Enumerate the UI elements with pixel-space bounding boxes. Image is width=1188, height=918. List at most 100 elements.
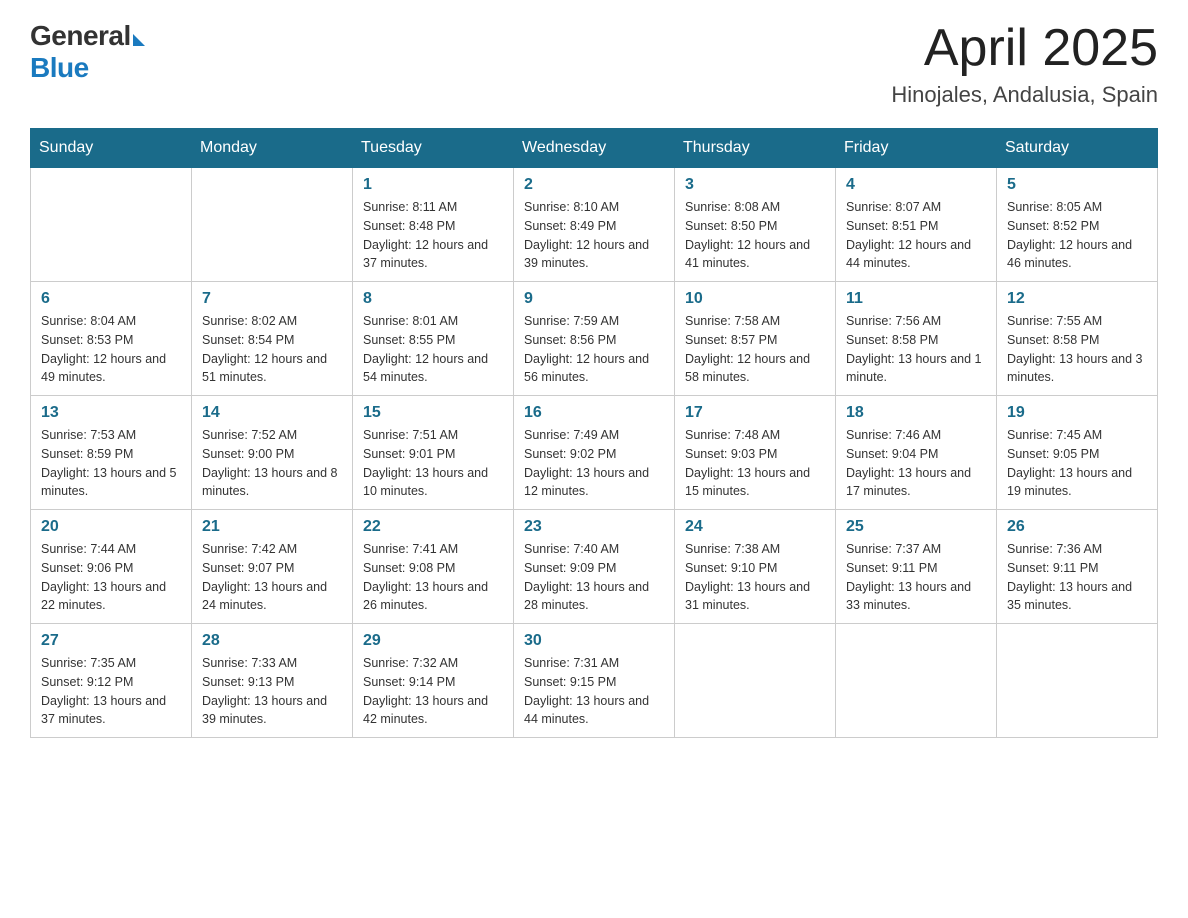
day-number: 18: [846, 404, 986, 422]
day-number: 15: [363, 404, 503, 422]
day-number: 13: [41, 404, 181, 422]
day-info: Sunrise: 7:49 AMSunset: 9:02 PMDaylight:…: [524, 426, 664, 501]
day-info: Sunrise: 7:46 AMSunset: 9:04 PMDaylight:…: [846, 426, 986, 501]
day-number: 27: [41, 632, 181, 650]
calendar-cell: 11 Sunrise: 7:56 AMSunset: 8:58 PMDayligh…: [836, 282, 997, 396]
calendar-header: SundayMondayTuesdayWednesdayThursdayFrid…: [31, 129, 1158, 168]
day-number: 6: [41, 290, 181, 308]
day-info: Sunrise: 8:04 AMSunset: 8:53 PMDaylight:…: [41, 312, 181, 387]
weekday-header-wednesday: Wednesday: [514, 129, 675, 168]
day-info: Sunrise: 7:41 AMSunset: 9:08 PMDaylight:…: [363, 540, 503, 615]
day-number: 30: [524, 632, 664, 650]
calendar-cell: 5Sunrise: 8:05 AMSunset: 8:52 PMDaylight…: [997, 168, 1158, 282]
title-section: April 2025 Hinojales, Andalusia, Spain: [891, 20, 1158, 108]
day-number: 2: [524, 176, 664, 194]
day-number: 14: [202, 404, 342, 422]
day-info: Sunrise: 7:44 AMSunset: 9:06 PMDaylight:…: [41, 540, 181, 615]
day-number: 5: [1007, 176, 1147, 194]
logo-blue-part: [131, 34, 145, 52]
calendar-table: SundayMondayTuesdayWednesdayThursdayFrid…: [30, 128, 1158, 738]
calendar-cell: [31, 168, 192, 282]
day-info: Sunrise: 7:45 AMSunset: 9:05 PMDaylight:…: [1007, 426, 1147, 501]
day-info: Sunrise: 7:36 AMSunset: 9:11 PMDaylight:…: [1007, 540, 1147, 615]
weekday-header-monday: Monday: [192, 129, 353, 168]
day-info: Sunrise: 7:56 AMSunset: 8:58 PMDaylight:…: [846, 312, 986, 387]
day-info: Sunrise: 7:52 AMSunset: 9:00 PMDaylight:…: [202, 426, 342, 501]
day-info: Sunrise: 7:58 AMSunset: 8:57 PMDaylight:…: [685, 312, 825, 387]
day-info: Sunrise: 8:10 AMSunset: 8:49 PMDaylight:…: [524, 198, 664, 273]
calendar-cell: 28Sunrise: 7:33 AMSunset: 9:13 PMDayligh…: [192, 624, 353, 738]
day-info: Sunrise: 7:31 AMSunset: 9:15 PMDaylight:…: [524, 654, 664, 729]
month-year-title: April 2025: [891, 20, 1158, 77]
logo: General Blue: [30, 20, 145, 84]
day-number: 3: [685, 176, 825, 194]
calendar-cell: 27 Sunrise: 7:35 AMSunset: 9:12 PMDayligh…: [31, 624, 192, 738]
calendar-cell: [192, 168, 353, 282]
calendar-cell: 30 Sunrise: 7:31 AMSunset: 9:15 PMDayligh…: [514, 624, 675, 738]
calendar-cell: 19 Sunrise: 7:45 AMSunset: 9:05 PMDayligh…: [997, 396, 1158, 510]
day-info: Sunrise: 7:51 AMSunset: 9:01 PMDaylight:…: [363, 426, 503, 501]
day-number: 20: [41, 518, 181, 536]
calendar-cell: 8 Sunrise: 8:01 AMSunset: 8:55 PMDaylight…: [353, 282, 514, 396]
weekday-header-saturday: Saturday: [997, 129, 1158, 168]
day-number: 8: [363, 290, 503, 308]
day-number: 11: [846, 290, 986, 308]
weekday-header-tuesday: Tuesday: [353, 129, 514, 168]
calendar-cell: 20 Sunrise: 7:44 AMSunset: 9:06 PMDayligh…: [31, 510, 192, 624]
day-info: Sunrise: 7:32 AMSunset: 9:14 PMDaylight:…: [363, 654, 503, 729]
logo-blue-text: Blue: [30, 52, 89, 84]
weekday-header-sunday: Sunday: [31, 129, 192, 168]
calendar-cell: 24Sunrise: 7:38 AMSunset: 9:10 PMDayligh…: [675, 510, 836, 624]
calendar-cell: 18 Sunrise: 7:46 AMSunset: 9:04 PMDayligh…: [836, 396, 997, 510]
calendar-cell: [836, 624, 997, 738]
day-info: Sunrise: 7:37 AMSunset: 9:11 PMDaylight:…: [846, 540, 986, 615]
calendar-cell: [675, 624, 836, 738]
logo-arrow-icon: [133, 34, 145, 46]
page-header: General Blue April 2025 Hinojales, Andal…: [30, 20, 1158, 108]
day-info: Sunrise: 8:11 AMSunset: 8:48 PMDaylight:…: [363, 198, 503, 273]
calendar-cell: 22Sunrise: 7:41 AMSunset: 9:08 PMDayligh…: [353, 510, 514, 624]
calendar-cell: 3Sunrise: 8:08 AMSunset: 8:50 PMDaylight…: [675, 168, 836, 282]
day-number: 9: [524, 290, 664, 308]
day-number: 17: [685, 404, 825, 422]
calendar-cell: 15 Sunrise: 7:51 AMSunset: 9:01 PMDayligh…: [353, 396, 514, 510]
calendar-week-row: 20 Sunrise: 7:44 AMSunset: 9:06 PMDayligh…: [31, 510, 1158, 624]
day-info: Sunrise: 8:07 AMSunset: 8:51 PMDaylight:…: [846, 198, 986, 273]
calendar-cell: 21 Sunrise: 7:42 AMSunset: 9:07 PMDayligh…: [192, 510, 353, 624]
day-number: 16: [524, 404, 664, 422]
day-info: Sunrise: 7:35 AMSunset: 9:12 PMDaylight:…: [41, 654, 181, 729]
location-subtitle: Hinojales, Andalusia, Spain: [891, 82, 1158, 108]
day-number: 23: [524, 518, 664, 536]
calendar-cell: 6 Sunrise: 8:04 AMSunset: 8:53 PMDaylight…: [31, 282, 192, 396]
day-info: Sunrise: 7:59 AMSunset: 8:56 PMDaylight:…: [524, 312, 664, 387]
weekday-header-thursday: Thursday: [675, 129, 836, 168]
calendar-cell: 17Sunrise: 7:48 AMSunset: 9:03 PMDayligh…: [675, 396, 836, 510]
calendar-cell: 4Sunrise: 8:07 AMSunset: 8:51 PMDaylight…: [836, 168, 997, 282]
weekday-header-friday: Friday: [836, 129, 997, 168]
calendar-cell: 12Sunrise: 7:55 AMSunset: 8:58 PMDayligh…: [997, 282, 1158, 396]
logo-general-text: General: [30, 20, 131, 52]
day-number: 1: [363, 176, 503, 194]
day-number: 7: [202, 290, 342, 308]
calendar-cell: 9 Sunrise: 7:59 AMSunset: 8:56 PMDaylight…: [514, 282, 675, 396]
calendar-cell: 25Sunrise: 7:37 AMSunset: 9:11 PMDayligh…: [836, 510, 997, 624]
calendar-cell: 1 Sunrise: 8:11 AMSunset: 8:48 PMDaylight…: [353, 168, 514, 282]
calendar-cell: 16 Sunrise: 7:49 AMSunset: 9:02 PMDayligh…: [514, 396, 675, 510]
day-number: 26: [1007, 518, 1147, 536]
day-number: 19: [1007, 404, 1147, 422]
calendar-week-row: 6 Sunrise: 8:04 AMSunset: 8:53 PMDaylight…: [31, 282, 1158, 396]
day-info: Sunrise: 7:55 AMSunset: 8:58 PMDaylight:…: [1007, 312, 1147, 387]
day-info: Sunrise: 8:01 AMSunset: 8:55 PMDaylight:…: [363, 312, 503, 387]
day-info: Sunrise: 7:53 AMSunset: 8:59 PMDaylight:…: [41, 426, 181, 501]
day-number: 28: [202, 632, 342, 650]
calendar-cell: 14 Sunrise: 7:52 AMSunset: 9:00 PMDayligh…: [192, 396, 353, 510]
day-info: Sunrise: 7:42 AMSunset: 9:07 PMDaylight:…: [202, 540, 342, 615]
calendar-cell: 26 Sunrise: 7:36 AMSunset: 9:11 PMDayligh…: [997, 510, 1158, 624]
day-number: 10: [685, 290, 825, 308]
calendar-week-row: 27 Sunrise: 7:35 AMSunset: 9:12 PMDayligh…: [31, 624, 1158, 738]
day-number: 24: [685, 518, 825, 536]
day-info: Sunrise: 7:40 AMSunset: 9:09 PMDaylight:…: [524, 540, 664, 615]
calendar-cell: 23 Sunrise: 7:40 AMSunset: 9:09 PMDayligh…: [514, 510, 675, 624]
calendar-week-row: 1 Sunrise: 8:11 AMSunset: 8:48 PMDaylight…: [31, 168, 1158, 282]
day-number: 21: [202, 518, 342, 536]
